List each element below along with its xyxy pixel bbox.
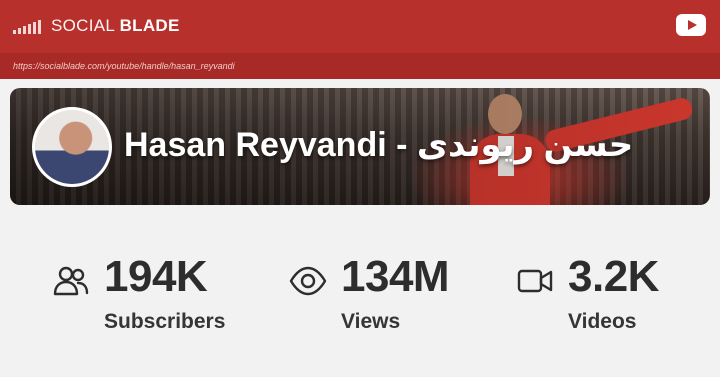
signal-bars-icon xyxy=(13,18,41,34)
channel-avatar[interactable] xyxy=(32,107,112,187)
youtube-icon[interactable] xyxy=(676,14,706,36)
users-icon xyxy=(53,266,89,296)
social-blade-logo[interactable]: SOCIAL BLADE xyxy=(13,16,180,36)
brand-name-light: SOCIAL xyxy=(51,16,120,35)
url-bar: https://socialblade.com/youtube/handle/h… xyxy=(0,53,720,79)
channel-name: Hasan Reyvandi - حسن ریوندی xyxy=(124,126,634,164)
views-value: 134M xyxy=(341,252,450,301)
video-camera-icon xyxy=(517,269,553,293)
top-navigation-bar: SOCIAL BLADE xyxy=(0,0,720,53)
videos-label: Videos xyxy=(568,310,637,333)
brand-name: SOCIAL BLADE xyxy=(51,16,180,36)
subscribers-value: 194K xyxy=(104,252,208,301)
views-label: Views xyxy=(341,310,401,333)
brand-name-bold: BLADE xyxy=(119,16,180,35)
page-url[interactable]: https://socialblade.com/youtube/handle/h… xyxy=(13,61,235,71)
eye-icon xyxy=(289,266,327,296)
videos-value: 3.2K xyxy=(568,252,659,301)
subscribers-label: Subscribers xyxy=(104,310,226,333)
